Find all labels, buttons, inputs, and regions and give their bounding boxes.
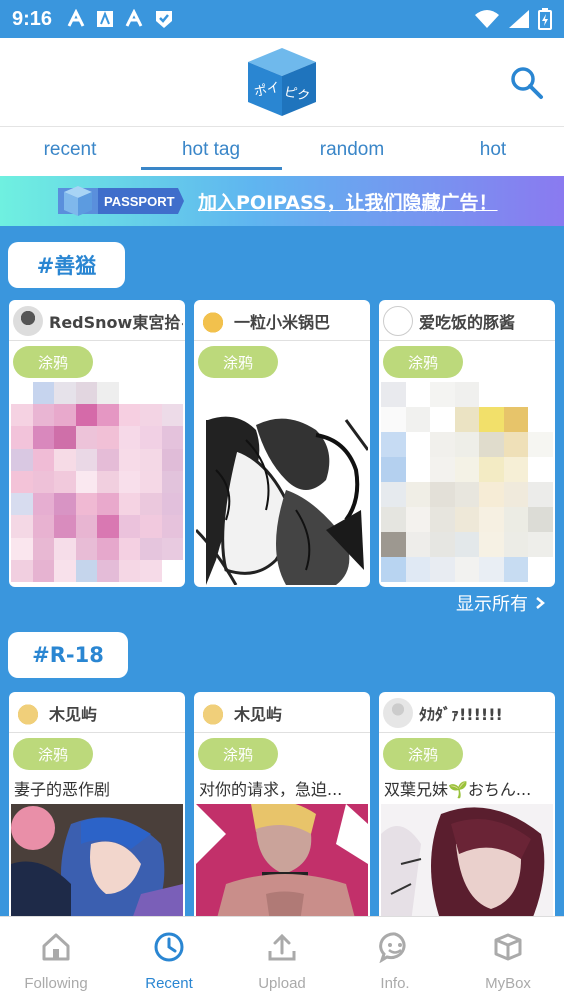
card-thumbnail-sketch[interactable]: [196, 410, 368, 585]
card-user[interactable]: 爱吃饭的豚酱: [383, 305, 553, 337]
card-description: 双葉兄妹🌱おちん...: [384, 780, 532, 799]
card-username: RedSnow東宮拾る: [49, 313, 183, 332]
status-system-icons: [474, 8, 552, 30]
card-username: ﾀｶﾀﾞｧ!!!!!!: [419, 705, 503, 724]
notification-box-a-icon: [97, 11, 114, 27]
notification-a-icon: [67, 9, 85, 27]
avatar: [198, 698, 228, 728]
nav-label: Info.: [380, 975, 410, 992]
category-badge: 涂鸦: [383, 346, 463, 378]
category-badge: 涂鸦: [198, 346, 278, 378]
card-divider: [379, 340, 555, 341]
category-badge: 涂鸦: [13, 738, 93, 770]
nav-recent[interactable]: Recent: [113, 917, 225, 1004]
category-badge: 涂鸦: [198, 738, 278, 770]
card-divider: [9, 732, 185, 733]
illust-card[interactable]: 木见屿 涂鸦 对你的请求，急迫...: [194, 692, 370, 922]
signal-icon: [509, 10, 529, 28]
card-user[interactable]: ﾀｶﾀﾞｧ!!!!!!: [383, 697, 553, 729]
illust-card[interactable]: RedSnow東宮拾る 涂鸦: [9, 300, 185, 587]
poipass-banner-text[interactable]: 加入POIPASS，让我们隐藏广告！: [198, 188, 498, 215]
search-icon[interactable]: [508, 64, 544, 100]
card-username: 木见屿: [234, 705, 283, 724]
active-tab-indicator: [141, 167, 282, 170]
category-badge: 涂鸦: [383, 738, 463, 770]
avatar: [198, 306, 228, 336]
illust-card[interactable]: 爱吃饭的豚酱 涂鸦: [379, 300, 555, 587]
battery-icon: [538, 8, 552, 30]
shield-check-icon: [156, 11, 173, 28]
avatar: [383, 698, 413, 728]
nav-info[interactable]: Info.: [339, 917, 451, 1004]
illust-card[interactable]: 一粒小米锅巴 涂鸦: [194, 300, 370, 587]
tab-random[interactable]: random: [282, 139, 422, 161]
nav-mybox[interactable]: MyBox: [452, 917, 564, 1004]
card-user[interactable]: 木见屿: [198, 697, 368, 729]
card-divider: [194, 732, 370, 733]
card-description: 对你的请求，急迫...: [199, 780, 343, 799]
avatar: [383, 306, 413, 336]
card-thumbnail[interactable]: [11, 804, 183, 922]
nav-label: Following: [24, 975, 88, 992]
nav-label: Upload: [258, 975, 306, 992]
card-user[interactable]: 木见屿: [13, 697, 183, 729]
card-user[interactable]: 一粒小米锅巴: [198, 305, 368, 337]
card-thumbnail[interactable]: [381, 804, 553, 922]
tag-pill-r18[interactable]: #R-18: [8, 632, 128, 678]
chevron-right-icon: [535, 597, 545, 609]
tag-pill-shanjuan[interactable]: #善獈: [8, 242, 125, 288]
nav-label: MyBox: [485, 975, 531, 992]
show-all-link[interactable]: 显示所有: [456, 590, 546, 616]
card-username: 爱吃饭的豚酱: [419, 313, 516, 332]
notification-a2-icon: [125, 9, 143, 27]
status-time: 9:16: [12, 7, 53, 30]
category-badge: 涂鸦: [13, 346, 93, 378]
nav-label: Recent: [145, 975, 193, 992]
card-thumbnail[interactable]: [196, 804, 368, 922]
feed-tabs: recent hot tag random hot: [0, 126, 564, 176]
card-user[interactable]: RedSnow東宮拾る: [13, 305, 183, 337]
status-bar: 9:16: [0, 0, 564, 38]
card-username: 一粒小米锅巴: [234, 313, 331, 332]
passport-logo: PASSPORT: [58, 186, 184, 216]
clock-icon: [154, 932, 184, 962]
poipiku-logo[interactable]: ポイ ピク: [246, 46, 318, 118]
card-username: 木见屿: [49, 705, 98, 724]
illust-card[interactable]: ﾀｶﾀﾞｧ!!!!!! 涂鸦 双葉兄妹🌱おちん...: [379, 692, 555, 922]
avatar: [13, 306, 43, 336]
card-description: 妻子的恶作剧: [14, 780, 111, 799]
card-divider: [194, 340, 370, 341]
tab-hot[interactable]: hot: [423, 139, 563, 161]
card-thumbnail-mosaic[interactable]: [381, 382, 553, 582]
upload-icon: [268, 933, 296, 961]
nav-upload[interactable]: Upload: [226, 917, 338, 1004]
card-thumbnail-mosaic[interactable]: [11, 382, 183, 582]
tab-hot-tag[interactable]: hot tag: [141, 139, 281, 161]
card-divider: [379, 732, 555, 733]
svg-text:PASSPORT: PASSPORT: [104, 194, 175, 209]
wifi-icon: [475, 10, 499, 28]
box-icon: [494, 933, 522, 961]
home-icon: [42, 933, 70, 961]
illust-card[interactable]: 木见屿 涂鸦 妻子的恶作剧: [9, 692, 185, 922]
bottom-navigation: Following Recent Upload Info. MyBox: [0, 916, 564, 1004]
status-notification-icons: [66, 9, 174, 29]
nav-following[interactable]: Following: [0, 917, 112, 1004]
poipass-banner[interactable]: PASSPORT 加入POIPASS，让我们隐藏广告！: [0, 176, 564, 226]
card-divider: [9, 340, 185, 341]
avatar: [13, 698, 43, 728]
show-all-label: 显示所有: [456, 594, 528, 615]
app-header: ポイ ピク: [0, 38, 564, 126]
tab-recent[interactable]: recent: [0, 139, 140, 161]
chat-icon: [379, 932, 406, 963]
